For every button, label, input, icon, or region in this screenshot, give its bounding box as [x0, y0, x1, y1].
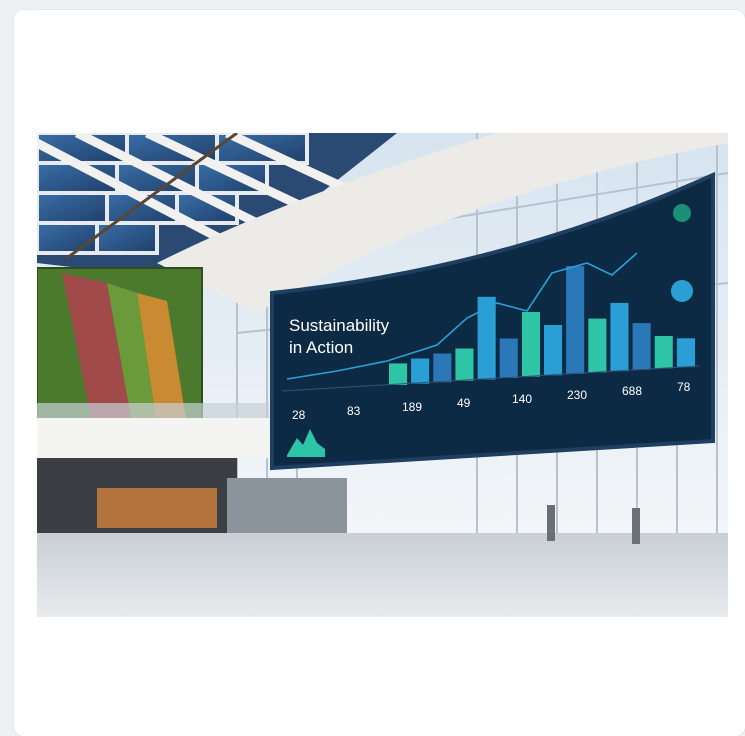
mezzanine-balcony: [37, 418, 269, 458]
chart-bar: [588, 318, 607, 373]
chart-bar: [389, 363, 408, 385]
display-logo: [673, 204, 691, 222]
glass-railing: [37, 403, 269, 418]
stat-value: 78: [677, 380, 691, 394]
chart-bar: [521, 312, 540, 377]
entrance-doors: [227, 478, 347, 533]
display-gauge: [671, 280, 693, 302]
atrium-photo: Sustainability in Action 28 83 189 49 140 230…: [37, 133, 728, 617]
chart-bar: [676, 338, 695, 368]
chart-bar: [632, 323, 651, 370]
polished-floor: [37, 533, 728, 617]
stat-value: 49: [457, 396, 471, 410]
stat-value: 189: [402, 400, 422, 414]
stat-value: 230: [567, 388, 587, 402]
chart-bar: [455, 348, 474, 381]
stat-value: 83: [347, 404, 361, 418]
chart-bar: [544, 325, 563, 376]
chart-bar: [610, 302, 629, 372]
chart-bar: [499, 338, 518, 378]
chart-bar: [566, 266, 585, 374]
chart-bar: [654, 336, 673, 369]
chart-bar: [411, 358, 430, 384]
display-title-line1: Sustainability: [289, 316, 390, 335]
chart-bar: [433, 353, 452, 383]
stat-value: 28: [292, 408, 306, 422]
atrium-scene: Sustainability in Action 28 83 189 49 140 230…: [37, 133, 728, 617]
chart-bar: [477, 296, 496, 380]
stat-value: 140: [512, 392, 532, 406]
display-title-line2: in Action: [289, 338, 353, 357]
reception-desk: [97, 488, 217, 528]
stat-value: 688: [622, 384, 642, 398]
